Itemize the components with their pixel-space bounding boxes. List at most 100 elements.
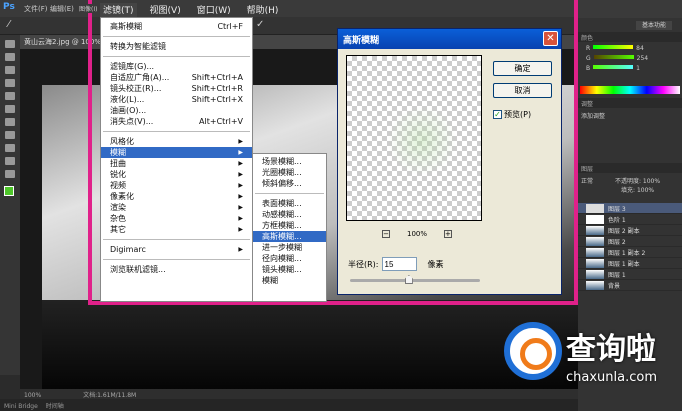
color-panel: R 84 G 254 B 1 — [586, 45, 649, 72]
color-panel-tab[interactable]: 颜色 — [578, 32, 682, 42]
layer-item[interactable]: 色阶 1 — [578, 214, 682, 225]
layer-item[interactable]: 图层 2 — [578, 236, 682, 247]
menu-window[interactable]: 窗口(W) — [194, 3, 234, 17]
menu-item-vanishing-point[interactable]: 消失点(V)... Alt+Ctrl+V — [101, 116, 252, 127]
tab-mini-bridge[interactable]: Mini Bridge — [4, 403, 38, 410]
opacity-value[interactable]: 100% — [643, 178, 660, 185]
layer-item[interactable]: 图层 1 副本 — [578, 258, 682, 269]
zoom-in-button[interactable]: + — [443, 230, 452, 238]
radius-input[interactable] — [381, 257, 417, 271]
slider-thumb[interactable] — [404, 275, 413, 284]
brush-tool-icon[interactable] — [5, 92, 15, 100]
submenu-item-iris-blur[interactable]: 光圈模糊... — [253, 167, 326, 178]
crop-tool-icon[interactable] — [5, 79, 15, 87]
g-slider[interactable] — [593, 55, 634, 59]
menu-file[interactable]: 文件(F) — [24, 4, 48, 14]
workspace-select[interactable]: 基本功能 — [635, 21, 672, 30]
watermark-logo — [504, 322, 562, 380]
hand-tool-icon[interactable] — [5, 157, 15, 165]
menu-view[interactable]: 视图(V) — [147, 3, 184, 17]
menu-edit[interactable]: 编辑(E) — [50, 4, 74, 14]
color-spectrum[interactable] — [580, 86, 680, 94]
ok-button[interactable]: 确定 — [493, 61, 552, 76]
submenu-item-surface-blur[interactable]: 表面模糊... — [253, 198, 326, 209]
fill-label: 填充: — [621, 187, 636, 194]
text-tool-icon[interactable] — [5, 144, 15, 152]
submenu-item-radial-blur[interactable]: 径向模糊... — [253, 253, 326, 264]
r-value[interactable]: 84 — [636, 45, 644, 52]
status-bar: 100% 文档:1.61M/11.8M — [20, 389, 578, 399]
menu-item-filter-gallery[interactable]: 滤镜库(G)... — [101, 61, 252, 72]
menu-item-noise[interactable]: 杂色 ▶ — [101, 213, 252, 224]
g-value[interactable]: 254 — [637, 55, 648, 62]
layer-item[interactable]: 图层 1 副本 2 — [578, 247, 682, 258]
layers-tab[interactable]: 图层 — [578, 163, 682, 173]
menu-item-oil-paint[interactable]: 油画(O)... — [101, 105, 252, 116]
menu-item-last-filter[interactable]: 高斯模糊 Ctrl+F — [101, 21, 252, 32]
layer-item[interactable]: 背景 — [578, 280, 682, 291]
zoom-level: 100% — [406, 230, 427, 238]
submenu-item-lens-blur[interactable]: 镜头模糊... — [253, 264, 326, 275]
watermark: 查询啦 chaxunla.com — [500, 318, 682, 411]
layer-item[interactable]: 图层 2 副本 — [578, 225, 682, 236]
submenu-item-blur[interactable]: 模糊 — [253, 275, 326, 286]
layer-item[interactable]: 图层 1 — [578, 269, 682, 280]
blend-mode-select[interactable]: 正常 — [581, 178, 593, 185]
submenu-item-field-blur[interactable]: 场景模糊... — [253, 156, 326, 167]
submenu-item-box-blur[interactable]: 方框模糊... — [253, 220, 326, 231]
menu-item-render[interactable]: 渲染 ▶ — [101, 202, 252, 213]
menu-help[interactable]: 帮助(H) — [244, 3, 282, 17]
menu-filter[interactable]: 滤镜(T) — [100, 3, 137, 17]
tools-panel — [0, 35, 20, 375]
tab-timeline[interactable]: 时间轴 — [46, 403, 64, 410]
submenu-item-tilt-shift[interactable]: 倾斜偏移... — [253, 178, 326, 189]
b-value[interactable]: 1 — [636, 65, 640, 72]
menu-item-liquify[interactable]: 液化(L)... Shift+Ctrl+X — [101, 94, 252, 105]
marquee-tool-icon[interactable] — [5, 53, 15, 61]
fill-value[interactable]: 100% — [637, 187, 654, 194]
dialog-titlebar[interactable]: 高斯模糊 ✕ — [338, 29, 561, 49]
b-slider[interactable] — [593, 65, 634, 69]
ps-logo: Ps — [3, 2, 15, 12]
brush-icon[interactable]: ⁄ — [8, 19, 10, 30]
radius-slider[interactable] — [350, 275, 480, 284]
lasso-tool-icon[interactable] — [5, 66, 15, 74]
submenu-item-blur-more[interactable]: 进一步模糊 — [253, 242, 326, 253]
zoom-out-button[interactable]: − — [382, 230, 390, 238]
move-tool-icon[interactable] — [5, 40, 15, 48]
menu-item-adaptive-wide[interactable]: 自适应广角(A)... Shift+Ctrl+A — [101, 72, 252, 83]
menu-image[interactable]: 图像(I) — [78, 4, 99, 13]
menu-item-sharpen[interactable]: 锐化 ▶ — [101, 169, 252, 180]
menu-item-video[interactable]: 视频 ▶ — [101, 180, 252, 191]
radius-unit: 像素 — [427, 259, 444, 269]
dialog-title: 高斯模糊 — [343, 36, 380, 46]
filter-menu: 高斯模糊 Ctrl+F 转换为智能滤镜 滤镜库(G)... 自适应广角(A)...… — [100, 17, 253, 302]
menu-item-lens-correction[interactable]: 镜头校正(R)... Shift+Ctrl+R — [101, 83, 252, 94]
photo-trees — [42, 300, 578, 390]
foreground-color-swatch[interactable] — [4, 186, 14, 196]
submenu-item-motion-blur[interactable]: 动感模糊... — [253, 209, 326, 220]
preview-checkbox[interactable]: ✓ — [493, 110, 502, 119]
menu-item-stylize[interactable]: 风格化 ▶ — [101, 136, 252, 147]
menu-item-convert-smart[interactable]: 转换为智能滤镜 — [101, 41, 252, 52]
stamp-tool-icon[interactable] — [5, 105, 15, 113]
preview-area[interactable] — [346, 55, 482, 221]
pen-tool-icon[interactable] — [5, 131, 15, 139]
preview-label: 预览(P) — [504, 110, 532, 119]
adjustments-tab[interactable]: 调整 — [578, 98, 682, 108]
filter-menubar: 滤镜(T) 视图(V) 窗口(W) 帮助(H) — [100, 3, 281, 17]
menu-item-distort[interactable]: 扭曲 ▶ — [101, 158, 252, 169]
layers-options: 正常 不透明度: 100% 填充: 100% — [578, 173, 682, 203]
menu-item-digimarc[interactable]: Digimarc ▶ — [101, 244, 252, 255]
menu-item-pixelate[interactable]: 像素化 ▶ — [101, 191, 252, 202]
zoom-tool-icon[interactable] — [5, 170, 15, 178]
close-icon[interactable]: ✕ — [543, 31, 558, 46]
cancel-button[interactable]: 取消 — [493, 83, 552, 98]
menu-item-other[interactable]: 其它 ▶ — [101, 224, 252, 235]
submenu-item-gaussian-blur[interactable]: 高斯模糊... — [253, 231, 326, 242]
r-slider[interactable] — [593, 45, 634, 49]
eraser-tool-icon[interactable] — [5, 118, 15, 126]
layer-item[interactable]: 图层 3 — [578, 203, 682, 214]
menu-item-blur[interactable]: 模糊 ▶ — [101, 147, 252, 158]
menu-item-browse-online[interactable]: 浏览联机滤镜... — [101, 264, 252, 275]
